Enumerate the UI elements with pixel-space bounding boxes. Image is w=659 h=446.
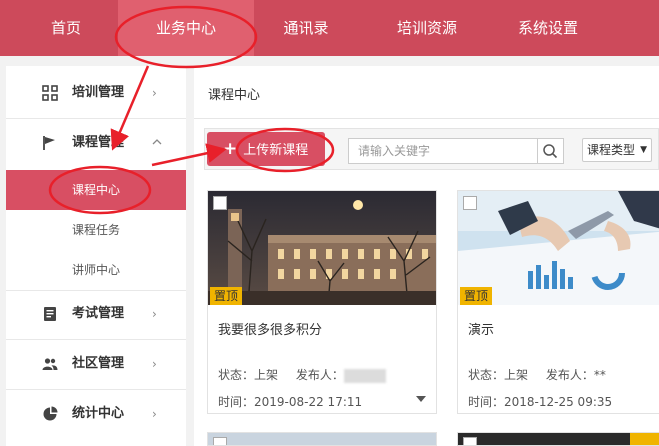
nav-training-resources[interactable]: 培训资源 xyxy=(366,0,488,56)
sidebar-item-label: 统计中心 xyxy=(72,406,125,421)
status-value: 上架 xyxy=(504,368,529,382)
sidebar-item-label: 课程管理 xyxy=(72,135,125,150)
publisher-value: ** xyxy=(593,368,606,382)
pinned-badge: 置顶 xyxy=(460,287,492,305)
search-button[interactable] xyxy=(538,138,564,164)
card-checkbox[interactable] xyxy=(213,196,227,210)
publisher-label: 发布人： xyxy=(545,368,594,382)
course-card[interactable]: 置顶 演示 状态：上架 发布人：** 时间：2018-12-25 09:35 xyxy=(457,190,659,414)
nav-contacts[interactable]: 通讯录 xyxy=(254,0,358,56)
course-card[interactable]: 置顶 我要很多很多积分 状态：上架 发布人： 时间：2019-08-22 17:… xyxy=(207,190,437,414)
course-title[interactable]: 演示 xyxy=(468,319,494,338)
course-time: 时间：2019-08-22 17:11 xyxy=(218,395,363,409)
sidebar-item-course-management[interactable]: 课程管理 xyxy=(6,118,186,168)
status-label: 状态： xyxy=(468,368,505,382)
breadcrumb: 课程中心 xyxy=(208,88,261,103)
chevron-right-icon: › xyxy=(152,357,157,371)
card-checkbox[interactable] xyxy=(463,437,477,445)
course-card[interactable] xyxy=(457,432,659,446)
chevron-right-icon: › xyxy=(152,86,157,100)
main-content: 课程中心 + 上传新课程 课程类型 ▼ xyxy=(194,66,659,446)
sidebar-item-label: 考试管理 xyxy=(72,306,125,321)
sidebar-subitem-course-center[interactable]: 课程中心 xyxy=(6,170,186,210)
sidebar: 培训管理 › 课程管理 课程中心 课程任务 讲师中心 考试管理 › 社区管理 ›… xyxy=(6,66,186,446)
course-type-select[interactable]: 课程类型 ▼ xyxy=(582,138,652,162)
course-meta: 状态：上架 发布人： xyxy=(218,366,386,383)
sidebar-item-statistics-center[interactable]: 统计中心 › xyxy=(6,389,186,439)
pie-chart-icon xyxy=(43,406,58,421)
nav-system-settings[interactable]: 系统设置 xyxy=(488,0,608,56)
sidebar-item-label: 社区管理 xyxy=(72,356,125,371)
divider xyxy=(194,118,659,119)
users-icon xyxy=(42,358,58,370)
flag-icon xyxy=(43,136,55,150)
sidebar-item-label: 培训管理 xyxy=(72,85,125,100)
night-building-image xyxy=(208,191,436,305)
course-type-value: 课程类型 xyxy=(587,143,636,157)
top-nav: 首页 业务中心 通讯录 培训资源 系统设置 xyxy=(0,0,659,56)
course-time: 时间：2018-12-25 09:35 xyxy=(468,395,613,409)
grid-icon xyxy=(42,85,58,101)
status-value: 上架 xyxy=(254,368,279,382)
course-title[interactable]: 我要很多很多积分 xyxy=(218,319,322,338)
caret-down-icon: ▼ xyxy=(640,145,647,155)
caret-down-icon[interactable] xyxy=(416,396,426,402)
chevron-right-icon: › xyxy=(152,407,157,421)
sidebar-subitem-lecturer-center[interactable]: 讲师中心 xyxy=(6,250,186,290)
upload-course-label: 上传新课程 xyxy=(243,143,309,158)
card-checkbox[interactable] xyxy=(213,437,227,445)
pinned-badge: 置顶 xyxy=(210,287,242,305)
publisher-label: 发布人： xyxy=(295,368,344,382)
search-icon xyxy=(543,144,558,159)
chevron-up-icon xyxy=(152,117,162,167)
sidebar-item-exam-management[interactable]: 考试管理 › xyxy=(6,289,186,339)
sidebar-subitem-course-tasks[interactable]: 课程任务 xyxy=(6,210,186,250)
chevron-right-icon: › xyxy=(152,307,157,321)
upload-course-button[interactable]: + 上传新课程 xyxy=(207,132,325,166)
course-thumbnail[interactable] xyxy=(208,191,436,305)
publisher-redacted xyxy=(343,368,386,383)
search-input[interactable] xyxy=(348,138,538,164)
card-checkbox[interactable] xyxy=(463,196,477,210)
plus-icon: + xyxy=(223,139,238,159)
status-label: 状态： xyxy=(218,368,255,382)
course-card[interactable] xyxy=(207,432,437,446)
nav-home[interactable]: 首页 xyxy=(0,0,132,56)
sidebar-item-community-management[interactable]: 社区管理 › xyxy=(6,339,186,389)
sidebar-item-training[interactable]: 培训管理 › xyxy=(6,68,186,118)
document-icon xyxy=(44,307,56,321)
course-meta: 状态：上架 发布人：** xyxy=(468,366,606,383)
card-corner-decoration xyxy=(630,433,659,445)
nav-business-center[interactable]: 业务中心 xyxy=(118,0,254,56)
